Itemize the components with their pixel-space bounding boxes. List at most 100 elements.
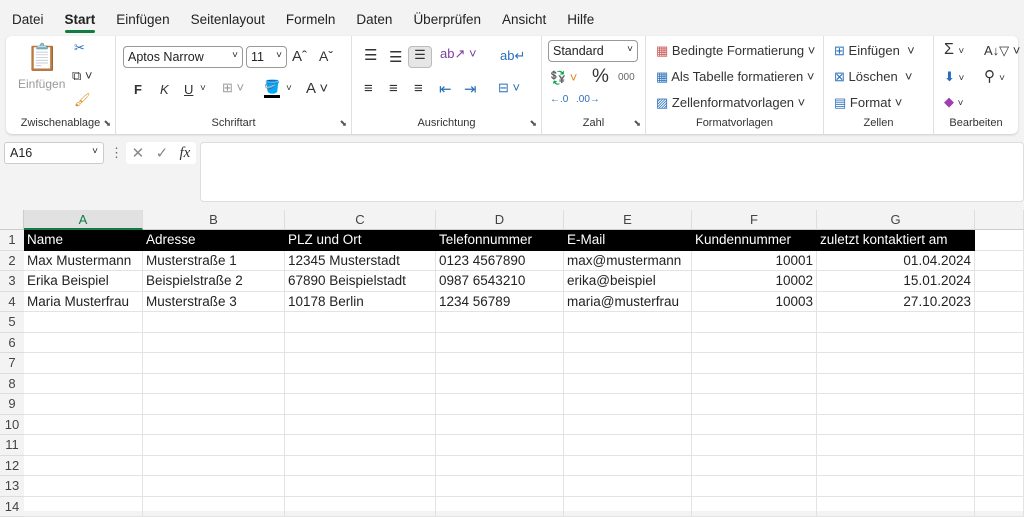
formula-input[interactable]	[200, 142, 1024, 202]
cell-styles-button[interactable]: ▨ Zellenformatvorlagen ˅	[656, 95, 805, 111]
cell[interactable]: 10178 Berlin	[285, 292, 436, 313]
cell[interactable]: 01.04.2024	[817, 251, 975, 272]
cell[interactable]	[564, 353, 692, 374]
cell[interactable]	[692, 333, 817, 354]
font-name-select[interactable]: Aptos Narrow˅	[123, 46, 243, 68]
format-cells-button[interactable]: ▤ Format ˅	[834, 95, 902, 111]
cell[interactable]	[817, 476, 975, 497]
menu-seitenlayout[interactable]: Seitenlayout	[191, 12, 265, 27]
align-bottom-icon[interactable]: ☰	[408, 46, 432, 68]
cell[interactable]	[564, 497, 692, 517]
cell[interactable]	[817, 394, 975, 415]
fill-icon[interactable]: ⬇ ˅	[944, 69, 964, 85]
chevron-down-icon[interactable]: ˅	[286, 83, 292, 94]
cell[interactable]	[143, 333, 285, 354]
cell[interactable]	[692, 374, 817, 395]
bold-button[interactable]: F	[134, 82, 142, 97]
cell[interactable]	[285, 394, 436, 415]
cell[interactable]	[975, 271, 1024, 292]
cut-icon[interactable]: ✂	[74, 40, 85, 56]
cell[interactable]	[143, 497, 285, 517]
cell[interactable]: 1234 56789	[436, 292, 564, 313]
orientation-icon[interactable]: ab↗ ˅	[440, 46, 477, 62]
find-icon[interactable]: ⚲ ˅	[984, 67, 1005, 85]
insert-cells-button[interactable]: ⊞ Einfügen ˅	[834, 43, 915, 59]
menu-überprüfen[interactable]: Überprüfen	[413, 12, 481, 27]
confirm-icon[interactable]: ✓	[156, 144, 169, 162]
cell[interactable]	[285, 497, 436, 517]
cell[interactable]	[817, 333, 975, 354]
menu-daten[interactable]: Daten	[356, 12, 392, 27]
cell[interactable]	[975, 251, 1024, 272]
cell[interactable]	[975, 333, 1024, 354]
cell[interactable]	[692, 476, 817, 497]
cell[interactable]	[24, 415, 143, 436]
cell[interactable]	[143, 394, 285, 415]
cell[interactable]	[817, 456, 975, 477]
align-left-icon[interactable]: ≡	[364, 80, 373, 97]
cell[interactable]	[564, 374, 692, 395]
cell[interactable]	[817, 374, 975, 395]
decrease-font-icon[interactable]: Aˇ	[319, 48, 333, 64]
menu-hilfe[interactable]: Hilfe	[567, 12, 594, 27]
column-header-g[interactable]: G	[817, 210, 975, 230]
cell[interactable]	[143, 415, 285, 436]
borders-icon[interactable]: ⊞ ˅	[222, 80, 244, 96]
cell[interactable]	[436, 456, 564, 477]
copy-icon[interactable]: ⧉ ˅	[72, 68, 93, 84]
cell[interactable]: Musterstraße 1	[143, 251, 285, 272]
cell[interactable]	[975, 456, 1024, 477]
column-header-a[interactable]: A	[24, 210, 143, 230]
cell[interactable]	[24, 476, 143, 497]
align-middle-icon[interactable]: ☰	[389, 48, 402, 66]
row-header[interactable]: 12	[0, 456, 24, 477]
cell[interactable]: 12345 Musterstadt	[285, 251, 436, 272]
cell[interactable]: maria@musterfrau	[564, 292, 692, 313]
header-cell[interactable]: Adresse	[143, 230, 285, 251]
cell[interactable]	[24, 374, 143, 395]
row-header[interactable]: 6	[0, 333, 24, 354]
cell[interactable]	[436, 497, 564, 517]
cell[interactable]: 27.10.2023	[817, 292, 975, 313]
cell[interactable]: Musterstraße 3	[143, 292, 285, 313]
cell[interactable]	[24, 456, 143, 477]
cell[interactable]	[564, 415, 692, 436]
cell[interactable]	[564, 435, 692, 456]
cell[interactable]: erika@beispiel	[564, 271, 692, 292]
header-cell[interactable]: Telefonnummer	[436, 230, 564, 251]
cell[interactable]	[817, 435, 975, 456]
cell[interactable]	[436, 394, 564, 415]
cell[interactable]	[817, 497, 975, 517]
cell[interactable]: Erika Beispiel	[24, 271, 143, 292]
row-header[interactable]: 10	[0, 415, 24, 436]
cell[interactable]	[692, 415, 817, 436]
cell[interactable]	[975, 312, 1024, 333]
cell[interactable]	[692, 394, 817, 415]
cell[interactable]	[143, 312, 285, 333]
cell[interactable]: 10003	[692, 292, 817, 313]
cell[interactable]: 0123 4567890	[436, 251, 564, 272]
clear-icon[interactable]: ◆ ˅	[944, 94, 963, 110]
cell[interactable]	[817, 312, 975, 333]
column-header-c[interactable]: C	[285, 210, 436, 230]
sort-filter-icon[interactable]: A↓▽ ˅	[984, 43, 1020, 59]
row-header[interactable]: 5	[0, 312, 24, 333]
cell[interactable]: Maria Musterfrau	[24, 292, 143, 313]
cell[interactable]	[285, 312, 436, 333]
cell[interactable]: Max Mustermann	[24, 251, 143, 272]
number-format-select[interactable]: Standard˅	[548, 40, 638, 62]
align-center-icon[interactable]: ≡	[389, 80, 398, 97]
name-box[interactable]: A16˅	[4, 142, 104, 164]
menu-einfügen[interactable]: Einfügen	[116, 12, 169, 27]
header-cell[interactable]: PLZ und Ort	[285, 230, 436, 251]
align-right-icon[interactable]: ≡	[414, 80, 423, 97]
cell[interactable]	[975, 435, 1024, 456]
dialog-launcher-icon[interactable]: ⬊	[103, 118, 111, 129]
font-size-select[interactable]: 11˅	[246, 46, 287, 68]
menu-start[interactable]: Start	[65, 12, 96, 27]
dialog-launcher-icon[interactable]: ⬊	[633, 118, 641, 129]
row-header[interactable]: 4	[0, 292, 24, 313]
italic-button[interactable]: K	[160, 82, 169, 97]
menu-datei[interactable]: Datei	[12, 12, 44, 27]
cell[interactable]: max@mustermann	[564, 251, 692, 272]
